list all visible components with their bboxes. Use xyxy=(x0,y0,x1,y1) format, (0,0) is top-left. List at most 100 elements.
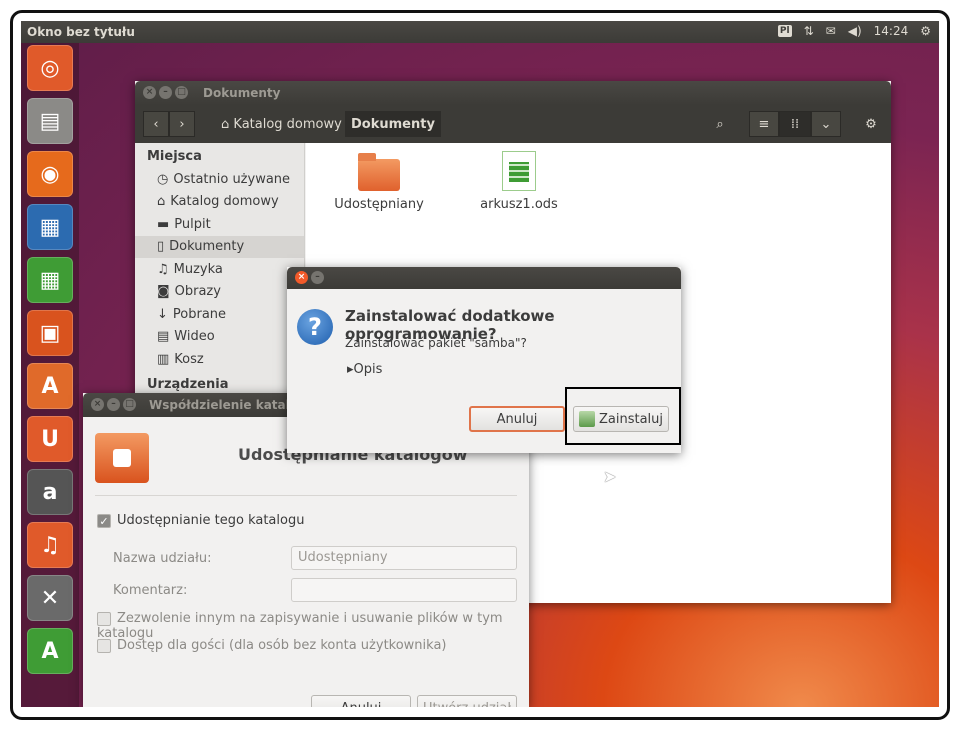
search-icon: ⌕ xyxy=(716,116,724,132)
sidebar-header-devices: Urządzenia xyxy=(147,376,229,392)
amazon-icon[interactable]: a xyxy=(27,469,73,515)
files-icon[interactable]: ▤ xyxy=(27,98,73,144)
sidebar-item-icon: ▤ xyxy=(157,329,170,345)
gear-icon: ⚙ xyxy=(865,116,877,132)
messaging-icon[interactable]: ✉ xyxy=(826,24,836,38)
breadcrumb-home-label: Katalog domowy xyxy=(233,116,342,132)
screenshot-frame: Okno bez tytułu Pl ⇅ ✉ ◀) 14:24 ⚙ ◎ ▤ ◉ ▦ ▦ ▣… xyxy=(10,10,950,720)
software-updater-icon[interactable]: A xyxy=(27,628,73,674)
share-name-label: Nazwa udziału: xyxy=(113,551,212,566)
share-folder-label: Udostępnianie tego katalogu xyxy=(117,513,305,528)
dialog-message: Zainstalować pakiet "samba"? xyxy=(345,336,527,350)
maximize-icon[interactable]: □ xyxy=(123,398,136,411)
mouse-cursor-icon: ➤ xyxy=(603,467,617,486)
ubuntu-one-music-icon[interactable]: ♫ xyxy=(27,522,73,568)
settings-button[interactable]: ⚙ xyxy=(857,111,885,137)
sidebar-item[interactable]: ▬ Pulpit xyxy=(135,213,304,236)
back-button[interactable]: ‹ xyxy=(143,111,169,137)
spreadsheet-icon xyxy=(502,151,536,191)
close-icon[interactable]: × xyxy=(91,398,104,411)
sidebar-item[interactable]: ▥ Kosz xyxy=(135,348,304,371)
sidebar-item-icon: ▬ xyxy=(157,216,170,232)
chevron-left-icon: ‹ xyxy=(153,116,159,132)
system-settings-icon[interactable]: ✕ xyxy=(27,575,73,621)
checkbox-icon xyxy=(97,611,111,626)
guest-access-checkbox[interactable]: Dostęp dla gości (dla osób bez konta uży… xyxy=(97,638,447,653)
network-icon[interactable]: ⇅ xyxy=(804,24,814,38)
grid-view-button[interactable]: ⁞⁞ xyxy=(779,111,811,137)
allow-write-checkbox[interactable]: Zezwolenie innym na zapisywanie i usuwan… xyxy=(97,611,529,641)
chevron-down-icon: ⌄ xyxy=(820,116,832,132)
keyboard-layout-indicator[interactable]: Pl xyxy=(777,25,792,37)
file-item-folder[interactable]: Udostępniany xyxy=(319,153,439,212)
file-manager-titlebar[interactable]: × – □ Dokumenty xyxy=(135,81,891,105)
calc-icon[interactable]: ▦ xyxy=(27,257,73,303)
sidebar-item[interactable]: ↓ Pobrane xyxy=(135,303,304,326)
sidebar-item[interactable]: ▤ Wideo xyxy=(135,326,304,349)
sidebar-item-label: Dokumenty xyxy=(169,239,245,255)
sidebar-item-icon: ◷ xyxy=(157,171,169,187)
question-icon: ? xyxy=(297,309,333,345)
maximize-icon[interactable]: □ xyxy=(175,86,188,99)
minimize-icon[interactable]: – xyxy=(159,86,172,99)
sharing-cancel-button[interactable]: Anuluj xyxy=(311,695,411,707)
shared-folder-icon xyxy=(95,433,149,483)
minimize-icon[interactable]: – xyxy=(311,271,324,284)
clock[interactable]: 14:24 xyxy=(874,24,909,38)
sidebar-item[interactable]: ⌂ Katalog domowy xyxy=(135,191,304,214)
file-item-spreadsheet[interactable]: arkusz1.ods xyxy=(459,151,579,212)
view-options-button[interactable]: ⌄ xyxy=(811,111,841,137)
breadcrumb-home[interactable]: ⌂ Katalog domowy xyxy=(215,111,348,137)
list-icon: ≡ xyxy=(758,116,770,132)
grid-icon: ⁞⁞ xyxy=(790,116,800,132)
share-name-field[interactable]: Udostępniany xyxy=(291,546,517,570)
sidebar-item-icon: ♫ xyxy=(157,261,169,277)
close-icon[interactable]: × xyxy=(143,86,156,99)
install-button-highlight xyxy=(565,387,681,445)
sidebar-item-label: Ostatnio używane xyxy=(173,171,291,187)
details-label: Opis xyxy=(353,362,383,377)
sidebar-item[interactable]: ◷ Ostatnio używane xyxy=(135,168,304,191)
power-gear-icon[interactable]: ⚙ xyxy=(920,24,931,38)
volume-icon[interactable]: ◀) xyxy=(848,24,862,38)
file-name: Udostępniany xyxy=(334,197,424,212)
sidebar-item-label: Obrazy xyxy=(174,284,221,300)
close-icon[interactable]: × xyxy=(295,271,308,284)
comment-label: Komentarz: xyxy=(113,583,188,598)
list-view-button[interactable]: ≡ xyxy=(749,111,779,137)
ubuntu-dash-icon[interactable]: ◎ xyxy=(27,45,73,91)
sidebar-item-label: Katalog domowy xyxy=(170,194,279,210)
sidebar-item[interactable]: ♫ Muzyka xyxy=(135,258,304,281)
sidebar-item-label: Pobrane xyxy=(172,306,227,322)
guest-access-label: Dostęp dla gości (dla osób bez konta uży… xyxy=(117,638,447,653)
active-window-title: Okno bez tytułu xyxy=(27,25,135,39)
sidebar-item[interactable]: ▯ Dokumenty xyxy=(135,235,304,258)
ubuntu-one-icon[interactable]: U xyxy=(27,416,73,462)
folder-icon xyxy=(358,153,400,191)
breadcrumb-current[interactable]: Dokumenty xyxy=(345,111,441,137)
writer-icon[interactable]: ▦ xyxy=(27,204,73,250)
indicator-tray: Pl ⇅ ✉ ◀) 14:24 ⚙ xyxy=(777,24,931,38)
firefox-icon[interactable]: ◉ xyxy=(27,151,73,197)
sidebar-item-label: Kosz xyxy=(174,351,204,367)
create-share-button[interactable]: Utwórz udział xyxy=(417,695,517,707)
checkbox-checked-icon: ✓ xyxy=(97,513,111,528)
share-folder-checkbox[interactable]: ✓ Udostępnianie tego katalogu xyxy=(97,513,304,528)
comment-field[interactable] xyxy=(291,578,517,602)
software-center-icon[interactable]: A xyxy=(27,363,73,409)
dialog-titlebar[interactable]: × – xyxy=(287,267,681,289)
sidebar-item-label: Muzyka xyxy=(173,261,223,277)
sidebar-item[interactable]: ◙ Obrazy xyxy=(135,281,304,304)
desktop: Okno bez tytułu Pl ⇅ ✉ ◀) 14:24 ⚙ ◎ ▤ ◉ ▦ ▦ ▣… xyxy=(21,21,939,707)
dialog-cancel-button[interactable]: Anuluj xyxy=(469,406,565,432)
sidebar-header-places: Miejsca xyxy=(147,149,202,164)
minimize-icon[interactable]: – xyxy=(107,398,120,411)
separator xyxy=(95,495,517,496)
impress-icon[interactable]: ▣ xyxy=(27,310,73,356)
search-button[interactable]: ⌕ xyxy=(705,111,735,137)
details-expander[interactable]: ▸Opis xyxy=(347,362,382,377)
top-panel: Okno bez tytułu Pl ⇅ ✉ ◀) 14:24 ⚙ xyxy=(21,21,939,43)
sidebar-item-icon: ▯ xyxy=(157,239,165,255)
forward-button[interactable]: › xyxy=(169,111,195,137)
sidebar-item-icon: ▥ xyxy=(157,351,170,367)
